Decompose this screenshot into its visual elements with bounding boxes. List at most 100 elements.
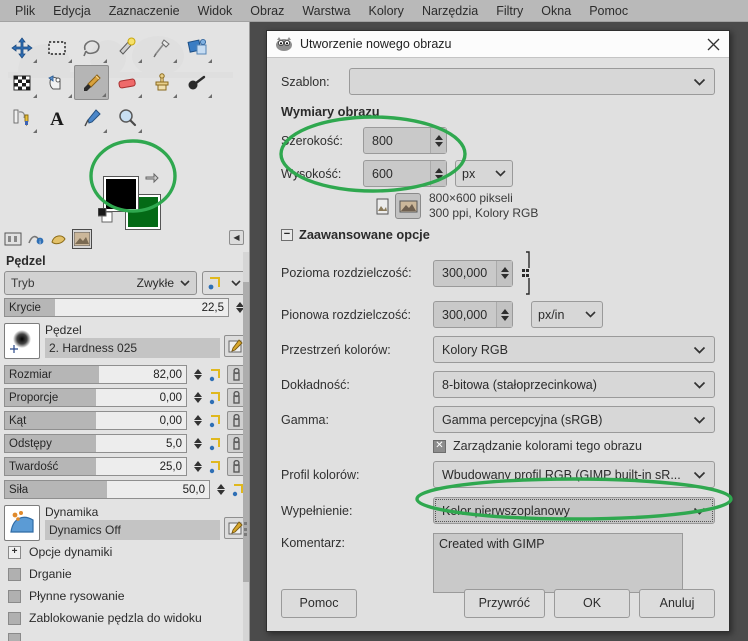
brush-name[interactable]: 2. Hardness 025 xyxy=(45,338,220,358)
brush-indicator-icon[interactable] xyxy=(3,229,23,249)
reset-angle-icon[interactable] xyxy=(208,413,223,429)
image-indicator-icon[interactable] xyxy=(72,229,92,249)
hardness-spinner[interactable] xyxy=(191,457,204,476)
rectangle-select-tool[interactable] xyxy=(39,30,74,65)
aspect-spinner[interactable] xyxy=(191,388,204,407)
menu-item-warstwa[interactable]: Warstwa xyxy=(293,2,359,20)
extra-option-row[interactable] xyxy=(0,629,249,641)
collapse-minus-icon[interactable]: − xyxy=(281,228,293,241)
opacity-slider[interactable]: Krycie 22,5 xyxy=(4,298,229,317)
tool-options-scrollbar[interactable] xyxy=(243,252,249,641)
portrait-orientation-button[interactable] xyxy=(369,193,395,219)
eraser-tool[interactable] xyxy=(109,65,144,100)
dialog-titlebar[interactable]: Utworzenie nowego obrazu xyxy=(267,31,729,58)
height-spinbox[interactable]: 600 xyxy=(363,160,447,187)
resolution-chain-icon[interactable] xyxy=(517,250,531,296)
pen-tool[interactable] xyxy=(4,100,39,135)
paths-tool[interactable] xyxy=(144,30,179,65)
jitter-checkbox[interactable] xyxy=(8,567,21,581)
move-tool[interactable] xyxy=(4,30,39,65)
reset-size-icon[interactable] xyxy=(208,367,223,383)
menu-item-plik[interactable]: Plik xyxy=(6,2,44,20)
extra-option-checkbox[interactable] xyxy=(8,633,21,641)
reset-hardness-icon[interactable] xyxy=(208,459,223,475)
color-profile-combo[interactable]: Wbudowany profil RGB (GIMP built-in sR..… xyxy=(433,461,715,488)
resolution-unit-combo[interactable]: px/in xyxy=(531,301,603,328)
spacing-slider[interactable]: Odstępy 5,0 xyxy=(4,434,187,453)
menu-item-okna[interactable]: Okna xyxy=(532,2,580,20)
unit-combo[interactable]: px xyxy=(455,160,513,187)
fuzzy-select-tool[interactable] xyxy=(109,30,144,65)
landscape-orientation-button[interactable] xyxy=(395,193,421,219)
aspect-slider[interactable]: Proporcje 0,00 xyxy=(4,388,187,407)
spacing-spinner[interactable] xyxy=(191,434,204,453)
free-select-tool[interactable] xyxy=(74,30,109,65)
color-management-checkbox[interactable]: ✕ xyxy=(433,439,446,453)
smudge-tool[interactable] xyxy=(179,65,214,100)
swap-colors-icon[interactable] xyxy=(143,172,159,188)
ink-tool[interactable] xyxy=(39,65,74,100)
angle-spinner[interactable] xyxy=(191,411,204,430)
angle-slider[interactable]: Kąt 0,00 xyxy=(4,411,187,430)
menu-item-kolory[interactable]: Kolory xyxy=(360,2,413,20)
help-button[interactable]: Pomoc xyxy=(281,588,357,618)
paint-mode-combo[interactable]: Tryb Zwykłe xyxy=(4,271,197,295)
menu-item-obraz[interactable]: Obraz xyxy=(241,2,293,20)
reset-colors-icon[interactable] xyxy=(98,208,113,223)
pattern-fill-tool[interactable] xyxy=(4,65,39,100)
color-space-combo[interactable]: Kolory RGB xyxy=(433,336,715,363)
lock-brush-to-view-row[interactable]: Zablokowanie pędzla do widoku xyxy=(0,607,249,629)
reset-aspect-icon[interactable] xyxy=(208,390,223,406)
height-stepper[interactable] xyxy=(430,161,446,186)
color-management-row[interactable]: ✕ Zarządzanie kolorami tego obrazu xyxy=(281,439,715,453)
lock-brush-to-view-checkbox[interactable] xyxy=(8,611,21,625)
template-combo[interactable] xyxy=(349,68,715,95)
dynamics-name[interactable]: Dynamics Off xyxy=(45,520,220,540)
menu-item-edycja[interactable]: Edycja xyxy=(44,2,100,20)
dynamics-preview[interactable] xyxy=(4,505,40,541)
paintbrush-tool[interactable] xyxy=(74,65,109,100)
smooth-stroke-checkbox[interactable] xyxy=(8,589,21,603)
reset-button[interactable]: Przywróć xyxy=(463,588,545,618)
gamma-combo[interactable]: Gamma percepcyjna (sRGB) xyxy=(433,406,715,433)
jitter-row[interactable]: Drganie xyxy=(0,563,249,585)
reset-spacing-icon[interactable] xyxy=(208,436,223,452)
menu-item-widok[interactable]: Widok xyxy=(189,2,242,20)
color-picker-tool[interactable] xyxy=(74,100,109,135)
y-resolution-spinbox[interactable]: 300,000 xyxy=(433,301,513,328)
ok-button[interactable]: OK xyxy=(554,588,630,618)
width-stepper[interactable] xyxy=(430,128,446,153)
smooth-stroke-row[interactable]: Płynne rysowanie xyxy=(0,585,249,607)
force-slider[interactable]: Siła 50,0 xyxy=(4,480,210,499)
force-spinner[interactable] xyxy=(214,480,227,499)
bucket-fill-tool[interactable] xyxy=(179,30,214,65)
menu-item-pomoc[interactable]: Pomoc xyxy=(580,2,637,20)
text-tool[interactable]: A xyxy=(39,100,74,135)
clone-tool[interactable] xyxy=(144,65,179,100)
menu-item-zaznaczenie[interactable]: Zaznaczenie xyxy=(100,2,189,20)
menu-item-filtry[interactable]: Filtry xyxy=(487,2,532,20)
mode-switch-button[interactable] xyxy=(202,271,246,295)
dock-collapse-button[interactable]: ◀ xyxy=(229,230,244,245)
dock-grip-handle[interactable] xyxy=(244,522,248,536)
hardness-slider[interactable]: Twardość 25,0 xyxy=(4,457,187,476)
brush-preview[interactable] xyxy=(4,323,40,359)
size-spinner[interactable] xyxy=(191,365,204,384)
menu-item-narzedzia[interactable]: Narzędzia xyxy=(413,2,487,20)
close-icon[interactable] xyxy=(703,34,723,54)
fill-combo[interactable]: Kolor pierwszoplanowy xyxy=(433,497,715,524)
foreground-color-swatch[interactable] xyxy=(103,176,139,212)
precision-combo[interactable]: 8-bitowa (stałoprzecinkowa) xyxy=(433,371,715,398)
dynamics-options-row[interactable]: + Opcje dynamiki xyxy=(0,541,249,563)
advanced-options-header[interactable]: − Zaawansowane opcje xyxy=(281,227,715,242)
zoom-tool[interactable] xyxy=(109,100,144,135)
y-resolution-stepper[interactable] xyxy=(496,302,512,327)
width-spinbox[interactable]: 800 xyxy=(363,127,447,154)
pattern-indicator-icon[interactable] xyxy=(49,229,69,249)
x-resolution-spinbox[interactable]: 300,000 xyxy=(433,259,513,287)
size-slider[interactable]: Rozmiar 82,00 xyxy=(4,365,187,384)
expander-plus-icon[interactable]: + xyxy=(8,545,21,559)
cancel-button[interactable]: Anuluj xyxy=(639,588,715,618)
dynamics-indicator-icon[interactable]: i xyxy=(26,229,46,249)
x-resolution-stepper[interactable] xyxy=(496,260,512,286)
